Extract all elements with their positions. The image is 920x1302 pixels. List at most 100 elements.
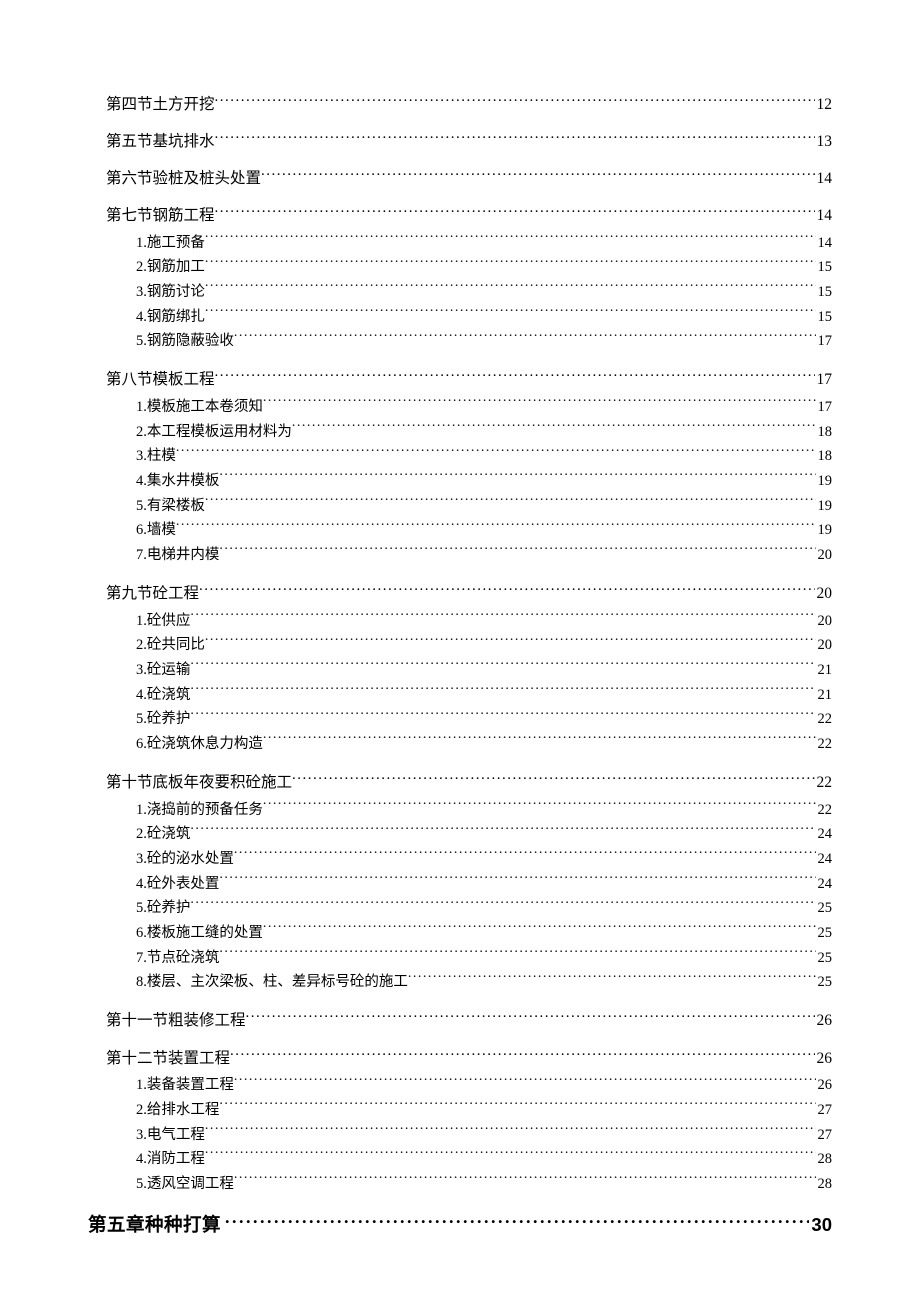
toc-dot-leader <box>205 257 816 272</box>
toc-entry: 3.钢筋讨论 15 <box>136 280 832 305</box>
toc-entry-label: 1.砼供应 <box>136 609 190 634</box>
toc-entry-label: 1.施工预备 <box>136 231 205 256</box>
toc-dot-leader <box>215 369 815 385</box>
toc-dot-leader <box>205 495 816 510</box>
toc-entry-label: 第六节验桩及桩头处置 <box>106 168 261 190</box>
toc-entry-page: 24 <box>816 822 833 847</box>
table-of-contents: 第四节土方开挖 12 第五节基坑排水 13 第六节验桩及桩头处置 14第七节钢筋工程14 1… <box>88 93 832 1238</box>
toc-entry: 2.本工程模板运用材料为18 <box>136 420 832 445</box>
toc-dot-leader <box>408 972 816 987</box>
toc-dot-leader <box>199 583 814 599</box>
toc-dot-leader <box>190 684 815 699</box>
toc-dot-leader <box>176 520 816 535</box>
toc-entry-label: 3.电气工程 <box>136 1123 205 1148</box>
toc-entry-label: 6.墙模 <box>136 518 176 543</box>
toc-dot-leader <box>263 799 816 814</box>
toc-entry-page: 28 <box>816 1147 833 1172</box>
toc-entry-page: 15 <box>816 255 833 280</box>
toc-entry: 1.砼供应20 <box>136 609 832 634</box>
toc-dot-leader <box>190 660 815 675</box>
toc-entry: 4.消防工程28 <box>136 1147 832 1172</box>
toc-dot-leader <box>215 205 815 221</box>
toc-entry-label: 1.装备装置工程 <box>136 1073 234 1098</box>
toc-entry-page: 27 <box>816 1098 833 1123</box>
toc-dot-leader <box>215 130 815 146</box>
toc-entry-page: 26 <box>816 1073 833 1098</box>
toc-entry: 5.透风空调工程28 <box>136 1172 832 1197</box>
toc-entry-label: 第十二节装置工程 <box>106 1048 230 1070</box>
toc-entry-label: 2.砼浇筑 <box>136 822 190 847</box>
toc-dot-leader <box>263 734 816 749</box>
toc-dot-leader <box>263 923 816 938</box>
toc-entry-page: 26 <box>815 1048 833 1070</box>
toc-entry-label: 第五章种种打算 <box>88 1211 225 1239</box>
toc-entry-label: 第四节土方开挖 <box>106 94 215 116</box>
toc-entry-page: 14 <box>815 205 833 227</box>
toc-entry: 4.砼浇筑 21 <box>136 683 832 708</box>
toc-dot-leader <box>205 1124 816 1139</box>
toc-dot-leader <box>225 1212 809 1231</box>
toc-entry-page: 15 <box>816 305 833 330</box>
toc-entry-label: 第九节砼工程 <box>106 583 199 605</box>
toc-entry-page: 19 <box>816 469 833 494</box>
toc-entry: 3.柱模18 <box>136 444 832 469</box>
toc-entry: 7.电梯井内模20 <box>136 543 832 568</box>
toc-entry: 5.砼养护 25 <box>136 896 832 921</box>
toc-dot-leader <box>234 1173 816 1188</box>
toc-dot-leader <box>246 1010 815 1026</box>
toc-entry-page: 22 <box>816 707 833 732</box>
toc-entry-page: 18 <box>816 444 833 469</box>
toc-entry-page: 20 <box>816 633 833 658</box>
toc-dot-leader <box>219 1099 815 1114</box>
toc-dot-leader <box>205 306 816 321</box>
toc-entry: 第五章种种打算30 <box>88 1211 832 1239</box>
toc-entry: 6.楼板施工缝的处置25 <box>136 921 832 946</box>
toc-entry-label: 6.楼板施工缝的处置 <box>136 921 263 946</box>
toc-entry-page: 12 <box>815 94 833 116</box>
toc-entry-page: 21 <box>816 683 833 708</box>
toc-entry-label: 1.浇捣前的预备任务 <box>136 798 263 823</box>
toc-entry-page: 26 <box>815 1010 833 1032</box>
toc-entry-page: 25 <box>816 896 833 921</box>
toc-entry-label: 第十节底板年夜要积砼施工 <box>106 772 292 794</box>
toc-entry-label: 第五节基坑排水 <box>106 131 215 153</box>
toc-dot-leader <box>230 1047 814 1063</box>
toc-entry-label: 5.钢筋隐蔽验收 <box>136 329 234 354</box>
toc-entry: 第八节模板工程17 <box>106 369 832 391</box>
toc-dot-leader <box>219 471 815 486</box>
toc-entry-page: 20 <box>815 583 833 605</box>
toc-entry-label: 5.砼养护 <box>136 896 190 921</box>
toc-entry: 1.模板施工本卷须知17 <box>136 395 832 420</box>
toc-dot-leader <box>234 331 816 346</box>
toc-dot-leader <box>190 898 815 913</box>
toc-entry: 第四节土方开挖 12 <box>106 93 832 115</box>
toc-entry-label: 6.砼浇筑休息力构造 <box>136 732 263 757</box>
toc-dot-leader <box>190 610 815 625</box>
toc-entry-label: 4.砼浇筑 <box>136 683 190 708</box>
toc-entry-label: 第八节模板工程 <box>106 369 215 391</box>
toc-dot-leader <box>263 397 816 412</box>
toc-entry-page: 17 <box>816 395 833 420</box>
toc-entry-label: 5.砼养护 <box>136 707 190 732</box>
toc-entry-label: 7.电梯井内模 <box>136 543 219 568</box>
toc-entry: 第十节底板年夜要积砼施工 22 <box>106 772 832 794</box>
toc-entry-page: 25 <box>816 946 833 971</box>
toc-dot-leader <box>261 167 814 183</box>
toc-entry-page: 15 <box>816 280 833 305</box>
toc-entry: 4.砼外表处置24 <box>136 872 832 897</box>
toc-dot-leader <box>205 232 816 247</box>
toc-entry: 第七节钢筋工程14 <box>106 205 832 227</box>
toc-entry-page: 27 <box>816 1123 833 1148</box>
toc-entry: 7.节点砼浇筑25 <box>136 946 832 971</box>
toc-entry-page: 13 <box>815 131 833 153</box>
toc-entry-page: 17 <box>816 329 833 354</box>
toc-entry-page: 24 <box>816 872 833 897</box>
toc-dot-leader <box>215 93 815 109</box>
toc-entry: 1.装备装置工程 26 <box>136 1073 832 1098</box>
toc-dot-leader <box>205 282 816 297</box>
toc-entry-page: 22 <box>816 798 833 823</box>
toc-entry-page: 24 <box>816 847 833 872</box>
toc-entry-label: 3.钢筋讨论 <box>136 280 205 305</box>
toc-entry: 5.砼养护 22 <box>136 707 832 732</box>
toc-entry-page: 22 <box>815 772 833 794</box>
